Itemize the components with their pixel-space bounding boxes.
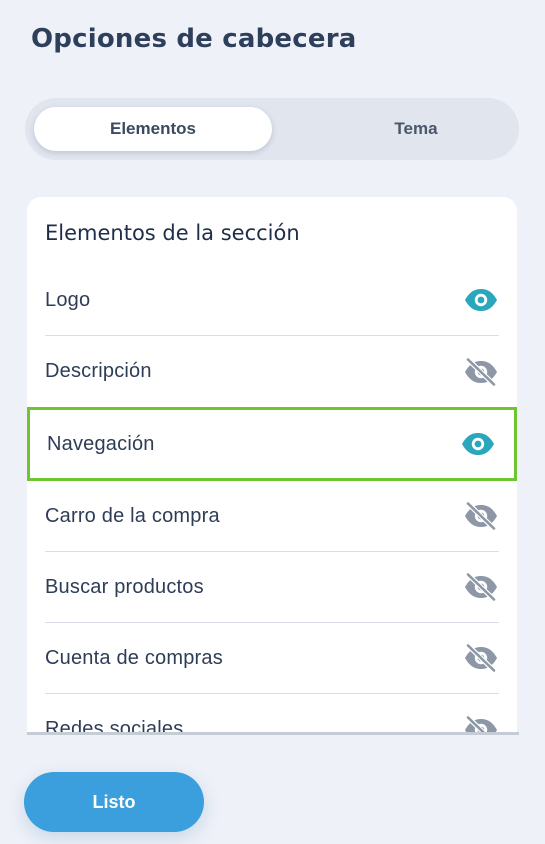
- list-item-navegacion[interactable]: Navegación: [27, 407, 517, 481]
- tab-tema[interactable]: Tema: [297, 107, 535, 151]
- list-item-carro-compra: Carro de la compra: [45, 481, 499, 552]
- eye-icon[interactable]: [460, 429, 496, 459]
- eye-icon[interactable]: [463, 285, 499, 315]
- item-label: Descripción: [45, 360, 152, 382]
- list-item-cuenta-compras: Cuenta de compras: [45, 623, 499, 694]
- elements-list: Logo Descripción Navegación Carro de la …: [27, 265, 517, 734]
- list-item-buscar-productos: Buscar productos: [45, 552, 499, 623]
- tab-elementos[interactable]: Elementos: [34, 107, 272, 151]
- eye-off-icon[interactable]: [463, 501, 499, 531]
- done-button[interactable]: Listo: [24, 772, 204, 832]
- eye-off-icon[interactable]: [463, 643, 499, 673]
- list-item-logo: Logo: [45, 265, 499, 336]
- item-label: Navegación: [47, 432, 155, 455]
- item-label: Cuenta de compras: [45, 646, 223, 669]
- tab-switcher: Elementos Tema: [25, 98, 519, 160]
- eye-off-icon[interactable]: [463, 572, 499, 602]
- section-title: Elementos de la sección: [45, 221, 300, 245]
- eye-off-icon[interactable]: [463, 357, 499, 387]
- page-title: Opciones de cabecera: [31, 24, 357, 54]
- scroll-edge-divider: [27, 732, 519, 735]
- list-item-redes-sociales: Redes sociales: [45, 694, 499, 734]
- item-label: Logo: [45, 288, 91, 311]
- list-item-descripcion: Descripción: [45, 336, 499, 407]
- section-elements-card: Elementos de la sección Logo Descripción: [27, 197, 517, 734]
- item-label: Carro de la compra: [45, 504, 220, 527]
- item-label: Buscar productos: [45, 575, 204, 598]
